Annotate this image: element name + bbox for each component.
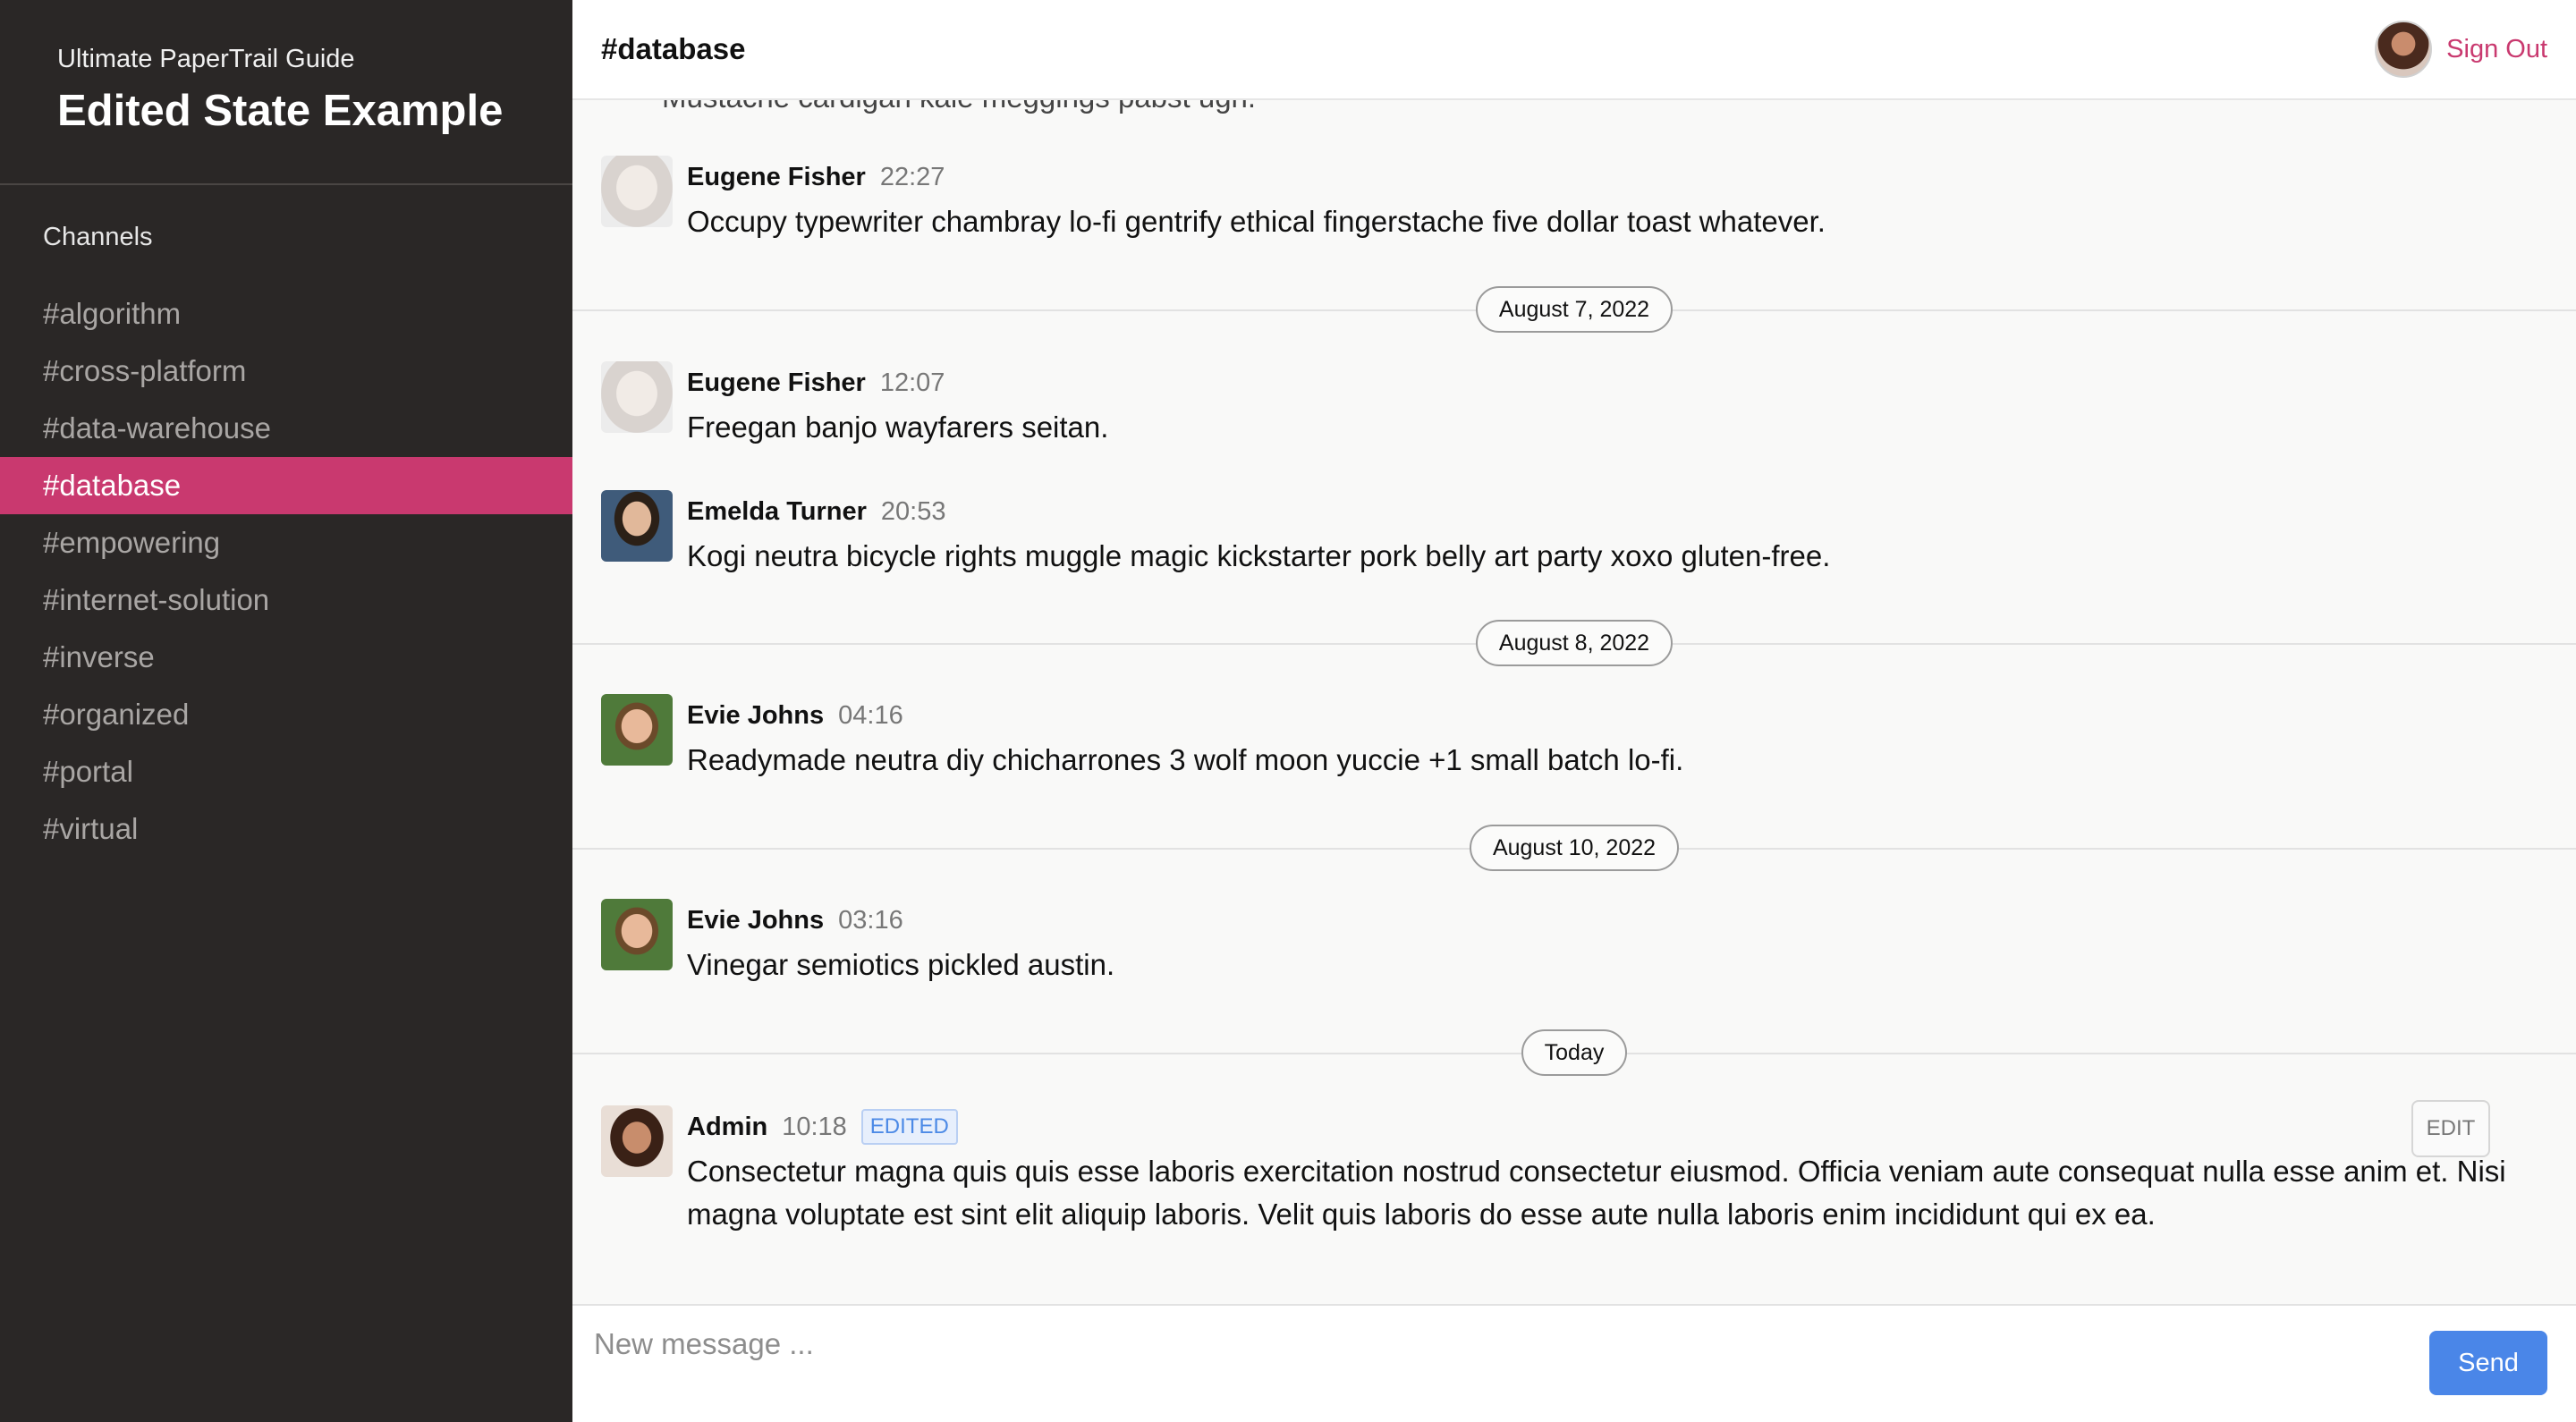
date-divider-label: August 7, 2022 xyxy=(1475,286,1674,333)
message-item: Eugene Fisher 12:07 Freegan banjo wayfar… xyxy=(601,361,2547,449)
message-text: Occupy typewriter chambray lo-fi gentrif… xyxy=(687,205,1826,238)
message-body: Eugene Fisher 12:07 Freegan banjo wayfar… xyxy=(687,365,2547,449)
channel-item-data-warehouse[interactable]: #data-warehouse xyxy=(0,400,572,457)
message-list[interactable]: Mustache cardigan kale meggings pabst ug… xyxy=(572,100,2576,1304)
message-item: Evie Johns 04:16 Readymade neutra diy ch… xyxy=(601,694,2547,782)
channel-item-organized[interactable]: #organized xyxy=(0,686,572,743)
message-input[interactable] xyxy=(594,1318,2429,1368)
message-time: 20:53 xyxy=(880,496,946,526)
sidebar: Ultimate PaperTrail Guide Edited State E… xyxy=(0,0,572,1422)
app-subtitle: Ultimate PaperTrail Guide xyxy=(57,45,355,73)
channel-header: #database Sign Out xyxy=(572,0,2576,100)
message-time: 10:18 xyxy=(782,1112,847,1141)
message-meta: Emelda Turner 20:53 xyxy=(687,494,2547,529)
message-time: 12:07 xyxy=(879,368,945,397)
message-item-edited: Admin 10:18 EDITED Consectetur magna qui… xyxy=(601,1100,2547,1236)
message-body: Evie Johns 03:16 Vinegar semiotics pickl… xyxy=(687,902,2547,986)
message-text: Readymade neutra diy chicharrones 3 wolf… xyxy=(687,743,1684,776)
message-meta: Eugene Fisher 22:27 xyxy=(687,159,2547,195)
avatar[interactable] xyxy=(601,490,673,562)
message-meta: Admin 10:18 EDITED xyxy=(687,1109,2547,1145)
date-divider: August 10, 2022 xyxy=(572,825,2576,871)
channel-item-cross-platform[interactable]: #cross-platform xyxy=(0,343,572,400)
date-divider-label: August 10, 2022 xyxy=(1469,825,1680,871)
message-author[interactable]: Emelda Turner xyxy=(687,497,867,527)
message-author[interactable]: Evie Johns xyxy=(687,701,824,731)
channel-item-algorithm[interactable]: #algorithm xyxy=(0,285,572,343)
avatar[interactable] xyxy=(601,1105,673,1177)
main-panel: #database Sign Out Mustache cardigan kal… xyxy=(572,0,2576,1422)
message-composer: Send xyxy=(572,1304,2576,1422)
message-body: Admin 10:18 EDITED Consectetur magna qui… xyxy=(687,1109,2547,1236)
channel-item-internet-solution[interactable]: #internet-solution xyxy=(0,571,572,629)
message-text: Consectetur magna quis quis esse laboris… xyxy=(687,1155,2506,1231)
message-time: 03:16 xyxy=(838,905,903,935)
message-item: Eugene Fisher 22:27 Occupy typewriter ch… xyxy=(601,156,2547,243)
app-title: Edited State Example xyxy=(57,87,504,135)
channel-item-inverse[interactable]: #inverse xyxy=(0,629,572,686)
sign-out-link[interactable]: Sign Out xyxy=(2446,35,2547,64)
message-meta: Evie Johns 03:16 xyxy=(687,902,2547,938)
edit-message-button[interactable]: EDIT xyxy=(2411,1100,2490,1157)
date-divider: August 7, 2022 xyxy=(572,286,2576,333)
avatar[interactable] xyxy=(601,899,673,970)
channel-item-virtual[interactable]: #virtual xyxy=(0,800,572,858)
channels-heading: Channels xyxy=(43,223,153,251)
message-meta: Evie Johns 04:16 xyxy=(687,698,2547,733)
message-text: Kogi neutra bicycle rights muggle magic … xyxy=(687,539,1831,572)
channel-item-portal[interactable]: #portal xyxy=(0,743,572,800)
message-body: Evie Johns 04:16 Readymade neutra diy ch… xyxy=(687,698,2547,782)
message-meta: Eugene Fisher 12:07 xyxy=(687,365,2547,401)
message-author[interactable]: Admin xyxy=(687,1113,767,1142)
date-divider: August 8, 2022 xyxy=(572,620,2576,666)
channel-list: #algorithm #cross-platform #data-warehou… xyxy=(0,285,572,858)
message-item: Evie Johns 03:16 Vinegar semiotics pickl… xyxy=(601,899,2547,986)
message-body: Eugene Fisher 22:27 Occupy typewriter ch… xyxy=(687,159,2547,243)
user-avatar[interactable] xyxy=(2375,21,2433,78)
avatar[interactable] xyxy=(601,361,673,433)
message-author[interactable]: Eugene Fisher xyxy=(687,163,866,192)
avatar[interactable] xyxy=(601,694,673,766)
message-author[interactable]: Evie Johns xyxy=(687,906,824,935)
channel-item-empowering[interactable]: #empowering xyxy=(0,514,572,571)
message-text: Freegan banjo wayfarers seitan. xyxy=(687,411,1109,444)
channel-title: #database xyxy=(601,32,746,65)
message-text: Vinegar semiotics pickled austin. xyxy=(687,948,1115,981)
message-author[interactable]: Eugene Fisher xyxy=(687,368,866,398)
avatar[interactable] xyxy=(601,156,673,227)
date-divider: Today xyxy=(572,1029,2576,1076)
date-divider-label: August 8, 2022 xyxy=(1475,620,1674,666)
message-time: 04:16 xyxy=(838,700,903,730)
app: Ultimate PaperTrail Guide Edited State E… xyxy=(0,0,2576,1422)
user-area: Sign Out xyxy=(2375,21,2547,78)
message-body: Emelda Turner 20:53 Kogi neutra bicycle … xyxy=(687,494,2547,578)
channel-item-database[interactable]: #database xyxy=(0,457,572,514)
sidebar-header: Ultimate PaperTrail Guide Edited State E… xyxy=(0,0,572,185)
message-item: Emelda Turner 20:53 Kogi neutra bicycle … xyxy=(601,490,2547,578)
partial-message-text: Mustache cardigan kale meggings pabst ug… xyxy=(662,100,1256,114)
message-time: 22:27 xyxy=(879,162,945,191)
edited-badge: EDITED xyxy=(860,1109,958,1145)
send-button[interactable]: Send xyxy=(2429,1331,2547,1395)
date-divider-label: Today xyxy=(1521,1029,1628,1076)
